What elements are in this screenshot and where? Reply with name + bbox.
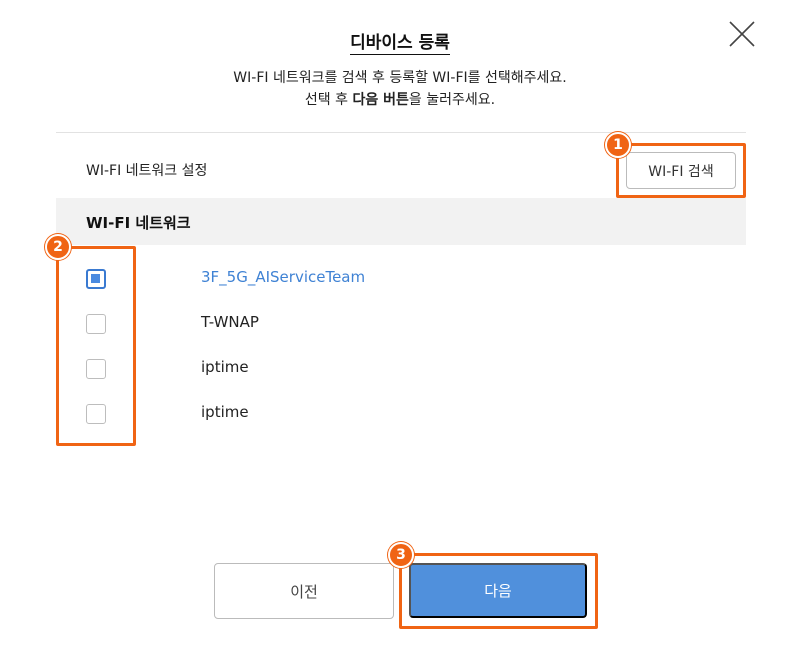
network-row[interactable]: T-WNAP [56, 301, 746, 346]
network-list-header-label: WI-FI 네트워크 [86, 214, 191, 232]
network-row[interactable]: iptime [56, 391, 746, 436]
description-line-2-pre: 선택 후 [304, 92, 353, 108]
annotation-badge-1: 1 [605, 132, 631, 158]
annotation-badge-3: 3 [388, 542, 414, 568]
network-name: T-WNAP [201, 313, 259, 331]
wifi-setting-label: WI-FI 네트워크 설정 [86, 163, 208, 179]
next-button[interactable]: 다음 [409, 563, 587, 618]
network-checkbox[interactable] [86, 359, 106, 379]
network-list-header: WI-FI 네트워크 [56, 198, 746, 245]
network-name: 3F_5G_AIServiceTeam [201, 268, 366, 286]
prev-button[interactable]: 이전 [214, 563, 394, 619]
dialog-title-text: 디바이스 등록 [350, 33, 450, 55]
network-name: iptime [201, 403, 249, 421]
network-checkbox[interactable] [86, 314, 106, 334]
dialog-title: 디바이스 등록 [0, 28, 800, 55]
close-button[interactable] [728, 20, 756, 48]
description-line-2-bold: 다음 버튼 [352, 92, 409, 108]
dialog-description: WI-FI 네트워크를 검색 후 등록할 WI-FI를 선택해주세요. 선택 후… [0, 67, 800, 111]
description-line-2: 선택 후 다음 버튼을 눌러주세요. [0, 89, 800, 111]
network-checkbox[interactable] [86, 404, 106, 424]
description-line-1: WI-FI 네트워크를 검색 후 등록할 WI-FI를 선택해주세요. [233, 70, 567, 86]
divider [56, 132, 746, 133]
annotation-badge-2: 2 [45, 234, 71, 260]
network-row[interactable]: 3F_5G_AIServiceTeam [56, 256, 746, 301]
device-register-dialog: 디바이스 등록 WI-FI 네트워크를 검색 후 등록할 WI-FI를 선택해주… [0, 0, 800, 650]
network-row[interactable]: iptime [56, 346, 746, 391]
network-checkbox[interactable] [86, 269, 106, 289]
wifi-search-button[interactable]: WI-FI 검색 [626, 152, 736, 189]
description-line-2-post: 을 눌러주세요. [408, 92, 496, 108]
network-name: iptime [201, 358, 249, 376]
close-icon [729, 21, 755, 47]
